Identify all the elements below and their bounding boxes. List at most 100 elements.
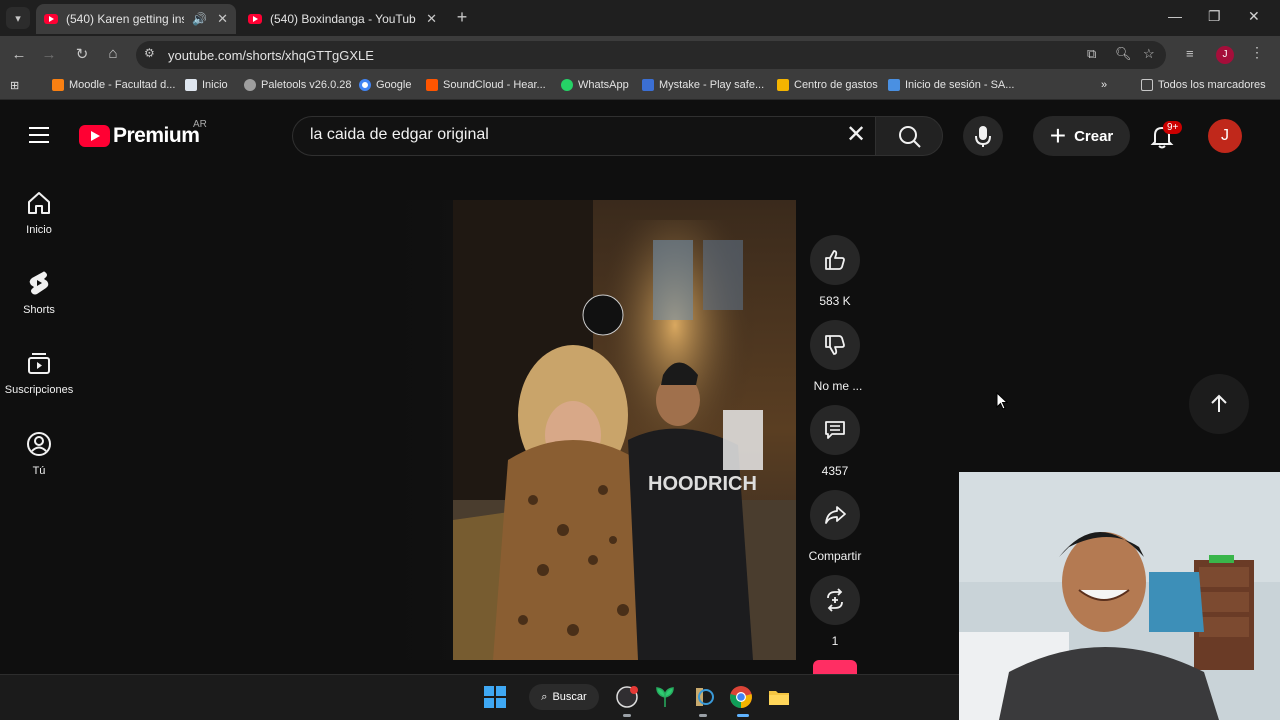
youtube-favicon-icon (44, 14, 58, 24)
youtube-premium-logo[interactable]: Premium (79, 124, 200, 148)
bookmark-soundcloud[interactable]: SoundCloud - Hear... (426, 79, 546, 91)
youtube-favicon-icon (248, 14, 262, 24)
tab-boxindanga[interactable]: (540) Boxindanga - YouTube ✕ (240, 4, 445, 34)
voice-search-button[interactable] (963, 116, 1003, 156)
sidebar-item-label: Shorts (23, 304, 55, 316)
subscriptions-icon (28, 353, 50, 374)
remix-count: 1 (831, 634, 839, 648)
tab-close-icon[interactable]: ✕ (426, 11, 437, 27)
google-icon (359, 79, 371, 91)
zoom-icon[interactable]: 🔍︎ (1115, 46, 1132, 62)
taskbar-search-label: Buscar (552, 691, 587, 703)
bookmark-inicio-sesion[interactable]: Inicio de sesión - SA... (888, 79, 1014, 91)
home-button-icon[interactable]: ⌂ (102, 43, 124, 65)
folder-icon (1141, 79, 1153, 91)
microphone-icon (975, 126, 991, 147)
search-query[interactable]: la caida de edgar original (310, 126, 489, 144)
taskbar-search[interactable]: ⌕ Buscar (529, 684, 599, 710)
reload-icon[interactable]: ↻ (71, 44, 93, 66)
bookmark-label: Inicio de sesión - SA... (905, 79, 1015, 91)
sidebar-item-label: Tú (32, 465, 46, 477)
back-icon[interactable]: ← (8, 44, 30, 66)
chrome-icon (730, 686, 752, 708)
bookmarks-overflow-icon[interactable]: » (1101, 79, 1107, 91)
bookmark-label: Paletools v26.0.28 (261, 79, 352, 91)
moodle-icon (52, 79, 64, 91)
comment-icon (825, 421, 845, 439)
thumbs-down-icon (825, 335, 845, 355)
sidebar-item-inicio[interactable]: Inicio (0, 190, 78, 236)
install-app-icon[interactable]: ⧉ (1087, 46, 1096, 62)
webcam-image (959, 472, 1280, 720)
svg-text:HOODRICH: HOODRICH (648, 473, 757, 495)
like-count: 583 K (819, 294, 851, 308)
thumbs-up-icon (825, 250, 845, 270)
mouse-cursor-icon (996, 391, 1009, 415)
dislike-label: No me ... (813, 379, 863, 393)
bookmark-centro-gastos[interactable]: Centro de gastos (777, 79, 878, 91)
like-button[interactable]: 583 K (810, 235, 860, 308)
tab-karen[interactable]: (540) Karen getting instant 🔊 ✕ (36, 4, 236, 34)
create-button[interactable]: + Crear (1033, 116, 1130, 156)
search-icon (899, 126, 921, 148)
shorts-video-player[interactable]: HOODRICH (453, 200, 796, 660)
sound-button[interactable] (813, 660, 857, 674)
bookmark-whatsapp[interactable]: WhatsApp (561, 79, 629, 91)
site-info-icon[interactable]: ⚙ (144, 46, 155, 60)
sidebar-item-label: Inicio (26, 224, 52, 236)
bookmark-paletools[interactable]: Paletools v26.0.28 (244, 79, 352, 91)
previous-short-button[interactable] (1189, 374, 1249, 434)
search-button[interactable] (875, 116, 943, 156)
chrome-profile-avatar[interactable]: J (1216, 46, 1234, 64)
bookmark-inicio[interactable]: Inicio (185, 79, 228, 91)
running-indicator (699, 714, 707, 717)
bookmark-google[interactable]: Google (359, 79, 411, 91)
taskbar-app-league-icon[interactable] (691, 685, 715, 709)
taskbar-app-plant-icon[interactable] (653, 685, 677, 709)
forward-icon[interactable]: → (38, 44, 60, 66)
sidebar-item-tu[interactable]: Tú (0, 431, 78, 477)
minimize-icon[interactable]: — (1168, 8, 1182, 24)
close-window-icon[interactable]: ✕ (1248, 8, 1260, 25)
wallet-icon (777, 79, 789, 91)
home-icon (28, 192, 50, 214)
menu-icon[interactable] (29, 127, 49, 143)
shorts-icon (29, 271, 49, 295)
account-avatar[interactable]: J (1208, 119, 1242, 153)
speaker-icon[interactable]: 🔊 (192, 12, 207, 26)
country-code: AR (193, 119, 207, 130)
bookmark-moodle[interactable]: Moodle - Facultad d... (52, 79, 175, 91)
sidebar-item-shorts[interactable]: Shorts (0, 270, 78, 316)
clear-search-icon[interactable]: ✕ (846, 122, 866, 148)
tab-title: (540) Boxindanga - YouTube (270, 12, 417, 26)
windows-start-icon[interactable] (483, 685, 507, 709)
comments-button[interactable]: 4357 (810, 405, 860, 478)
apps-grid-icon[interactable]: ⊞ (10, 79, 19, 92)
share-label: Compartir (808, 549, 862, 563)
dislike-button[interactable]: No me ... (810, 320, 862, 393)
taskbar-app-chrome-icon[interactable] (729, 685, 753, 709)
tab-close-icon[interactable]: ✕ (217, 11, 228, 27)
sidebar-item-suscripciones[interactable]: Suscripciones (0, 350, 78, 396)
tab-search-button[interactable]: ▾ (6, 7, 30, 29)
bookmark-mystake[interactable]: Mystake - Play safe... (642, 79, 764, 91)
remix-button[interactable]: 1 (810, 575, 860, 648)
sidebar-item-label: Suscripciones (4, 384, 74, 396)
windows-taskbar (0, 674, 959, 720)
share-button[interactable]: Compartir (809, 490, 861, 563)
all-bookmarks[interactable]: Todos los marcadores (1141, 79, 1266, 91)
url-text[interactable]: youtube.com/shorts/xhqGTTgGXLE (168, 48, 374, 63)
game-icon (696, 688, 714, 706)
bookmark-label: Moodle - Facultad d... (69, 79, 176, 91)
taskbar-app-explorer-icon[interactable] (767, 685, 791, 709)
share-icon (825, 506, 846, 524)
restore-icon[interactable]: ❐ (1208, 8, 1221, 25)
sap-icon (888, 79, 900, 91)
bookmark-label: Google (376, 79, 412, 91)
taskbar-app-obs-icon[interactable] (615, 685, 639, 709)
bookmark-star-icon[interactable]: ☆ (1143, 46, 1155, 62)
chrome-menu-icon[interactable]: ⋮ (1250, 44, 1264, 61)
media-control-icon[interactable]: ≡ (1186, 46, 1194, 61)
bookmark-label: WhatsApp (578, 79, 629, 91)
new-tab-icon[interactable]: + (452, 8, 472, 28)
